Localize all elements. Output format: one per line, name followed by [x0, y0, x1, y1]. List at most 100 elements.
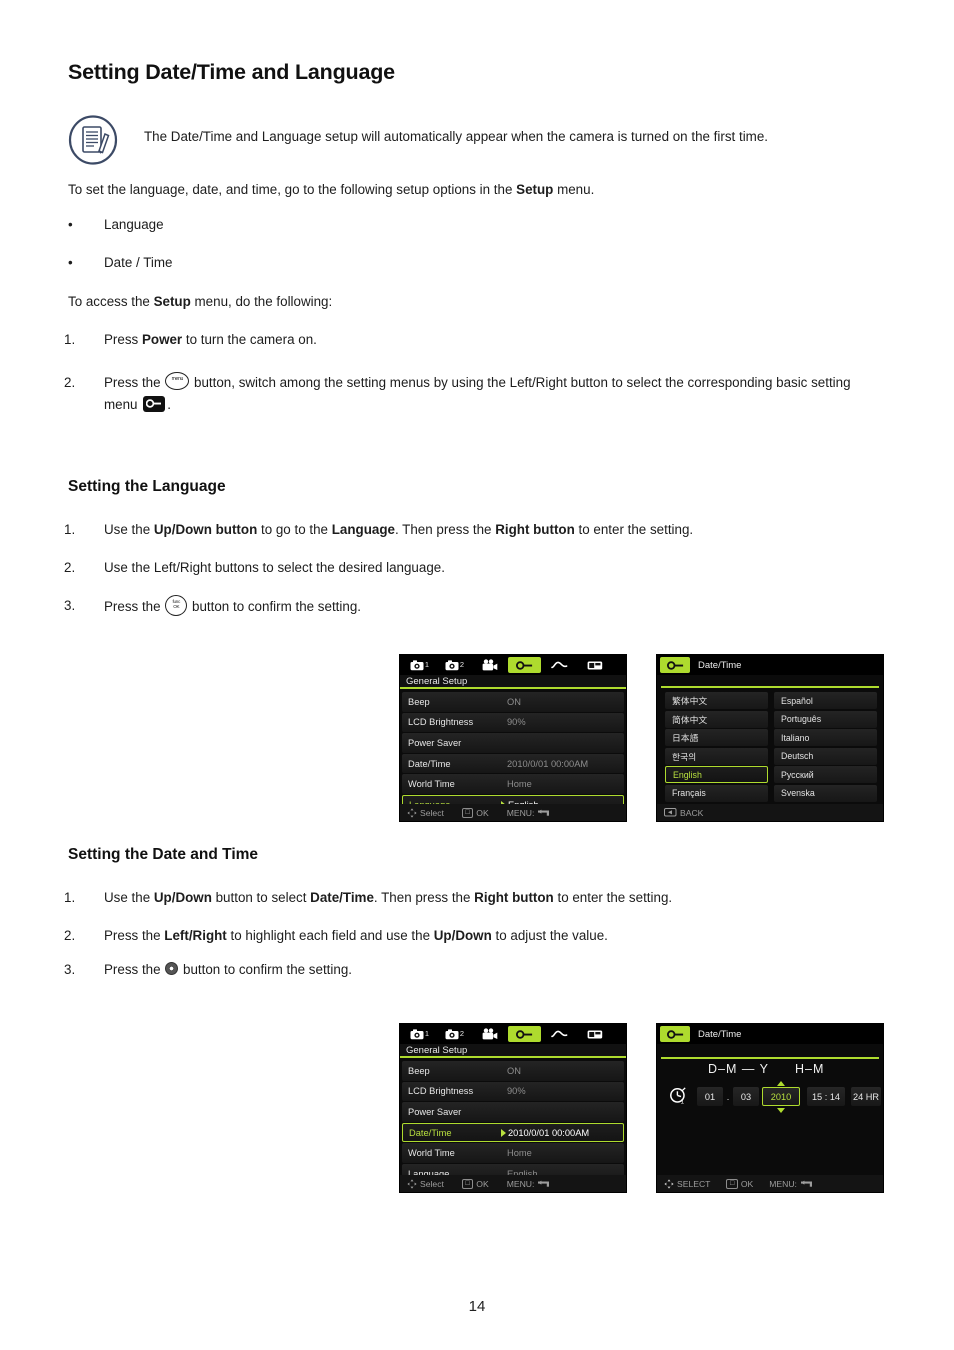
bullet-item-language: • Language — [68, 217, 164, 232]
step-bold-power: Power — [141, 332, 183, 347]
language-option[interactable]: 繁体中文 — [665, 692, 768, 709]
clock-icon: 1 — [669, 1087, 687, 1110]
language-option-selected[interactable]: English — [665, 766, 768, 783]
setup-menu-list: Beep ON LCD Brightness 90% Power Saver D… — [400, 1061, 626, 1185]
menu-row-world-time[interactable]: World Time Home — [402, 1143, 624, 1163]
language-step-1: 1. Use the Up/Down button to go to the L… — [64, 519, 894, 541]
step-number: 2. — [64, 560, 76, 575]
tab-setup-wrench[interactable] — [508, 1026, 541, 1042]
step-text-2: button, switch among the setting menus b… — [104, 375, 851, 412]
tab-movie-camera[interactable] — [473, 657, 506, 673]
month-field[interactable]: 03 — [733, 1087, 759, 1106]
tab-setup-wrench[interactable] — [660, 657, 690, 673]
tab-curve-wave[interactable] — [543, 657, 576, 673]
datetime-editor-header: Date/Time — [657, 1024, 883, 1044]
language-option[interactable]: 日本語 — [665, 729, 768, 746]
datetime-format-labels: D–M — Y H–M — [657, 1060, 883, 1082]
tab-setup-wrench[interactable] — [508, 657, 541, 673]
menu-row-value: ON — [507, 1065, 521, 1076]
year-field[interactable]: 2010 — [762, 1087, 800, 1106]
menu-row-date-time[interactable]: Date/Time 2010/0/01 00:00AM — [402, 1122, 624, 1143]
footer-hint-menu: MENU: — [769, 1179, 816, 1189]
menu-row-power-saver[interactable]: Power Saver — [402, 733, 624, 753]
tab-connection-card[interactable] — [578, 1026, 611, 1042]
tab-index: 1 — [424, 660, 430, 670]
page-title: Setting Date/Time and Language — [68, 60, 395, 84]
footer-hint-label: Select — [420, 1178, 444, 1189]
access-after: menu, do the following: — [190, 294, 333, 309]
step-text-1: Use the — [104, 890, 154, 905]
bullet-marker: • — [68, 217, 73, 232]
hour-format-field[interactable]: 24 HR — [851, 1087, 881, 1106]
language-picker-header: Date/Time — [657, 655, 883, 675]
page-number: 14 — [468, 1298, 486, 1315]
step-bold-1: Left/Right — [164, 928, 227, 943]
year-increment-arrow-icon[interactable] — [777, 1081, 785, 1086]
step-text-2: button to confirm the setting. — [188, 599, 361, 614]
ok-key-icon: ☐ — [726, 1178, 738, 1189]
bullet-marker: • — [68, 255, 73, 270]
screen-tab-bar[interactable]: 1 2 — [400, 655, 626, 675]
setup-step-1: 1. Press Power to turn the camera on. — [64, 329, 894, 351]
ok-key-icon: ☐ — [461, 1178, 474, 1189]
dpad-icon — [664, 1178, 674, 1189]
menu-row-label: Power Saver — [408, 1106, 462, 1117]
footer-hint-label: OK — [476, 807, 489, 818]
step-body: Use the Left/Right buttons to select the… — [104, 560, 445, 575]
tab-camera-2[interactable]: 2 — [438, 657, 471, 673]
step-bold-2: Language — [331, 522, 395, 537]
step-text-2: to go to the — [257, 522, 332, 537]
tab-movie-camera[interactable] — [473, 1026, 506, 1042]
bullet-label: Language — [104, 217, 164, 232]
tab-camera-1[interactable]: 1 — [403, 657, 436, 673]
menu-row-beep[interactable]: Beep ON — [402, 692, 624, 712]
menu-row-lcd-brightness[interactable]: LCD Brightness 90% — [402, 712, 624, 733]
day-field[interactable]: 01 — [697, 1087, 723, 1106]
screen-datetime-editor: Date/Time D–M — Y H–M 1 01 . 03 2010 15 … — [656, 1023, 884, 1193]
step-text-3: to adjust the value. — [491, 928, 608, 943]
language-option[interactable]: 한국의 — [665, 747, 768, 765]
step-body: Press Power to turn the camera on. — [104, 329, 894, 351]
language-option[interactable]: 简体中文 — [665, 710, 768, 728]
menu-row-label: World Time — [408, 779, 455, 790]
language-option[interactable]: Português — [774, 710, 877, 728]
footer-hint-label: SELECT — [677, 1178, 711, 1189]
time-field[interactable]: 15 : 14 — [807, 1087, 845, 1106]
step-number: 3. — [64, 598, 76, 613]
tab-index: 2 — [459, 660, 465, 670]
menu-row-label: Beep — [408, 696, 430, 707]
language-option[interactable]: Italiano — [774, 729, 877, 746]
menu-row-lcd-brightness[interactable]: LCD Brightness 90% — [402, 1081, 624, 1102]
tab-curve-wave[interactable] — [543, 1026, 576, 1042]
footer-hint-menu: MENU: — [507, 808, 554, 818]
tab-connection-card[interactable] — [578, 657, 611, 673]
screen-footer-hints: BACK — [657, 804, 883, 821]
year-decrement-arrow-icon[interactable] — [777, 1108, 785, 1113]
menu-row-beep[interactable]: Beep ON — [402, 1061, 624, 1081]
menu-row-label: LCD Brightness — [408, 1086, 474, 1097]
step-number: 1. — [64, 332, 76, 347]
menu-row-label: LCD Brightness — [408, 717, 474, 728]
header-divider — [661, 686, 879, 688]
language-step-2: 2. Use the Left/Right buttons to select … — [64, 557, 894, 579]
language-option[interactable]: Español — [774, 692, 877, 709]
language-option[interactable]: Svenska — [774, 784, 877, 802]
step-text-1: Use the — [104, 522, 154, 537]
tab-camera-2[interactable]: 2 — [438, 1026, 471, 1042]
intro-lead-bold: Setup — [516, 182, 554, 197]
tab-setup-wrench[interactable] — [660, 1026, 690, 1042]
menu-row-value: ON — [507, 696, 521, 707]
footer-hint-ok: ☐ OK — [461, 807, 489, 818]
step-text-3: . Then press the — [373, 890, 475, 905]
language-option[interactable]: Русский — [774, 766, 877, 783]
menu-row-date-time[interactable]: Date/Time 2010/0/01 00:00AM — [402, 753, 624, 774]
language-option[interactable]: Français — [665, 784, 768, 802]
menu-row-world-time[interactable]: World Time Home — [402, 774, 624, 794]
menu-row-power-saver[interactable]: Power Saver — [402, 1102, 624, 1122]
language-option[interactable]: Deutsch — [774, 747, 877, 765]
tab-camera-1[interactable]: 1 — [403, 1026, 436, 1042]
menu-row-label: Date/Time — [409, 1127, 452, 1138]
screen-tab-bar[interactable]: 1 2 — [400, 1024, 626, 1044]
setup-step-2: 2. Press the button, switch among the se… — [64, 372, 864, 415]
screen-general-setup-language: 1 2 General Setup Beep ON LCD Brightness… — [399, 654, 627, 822]
